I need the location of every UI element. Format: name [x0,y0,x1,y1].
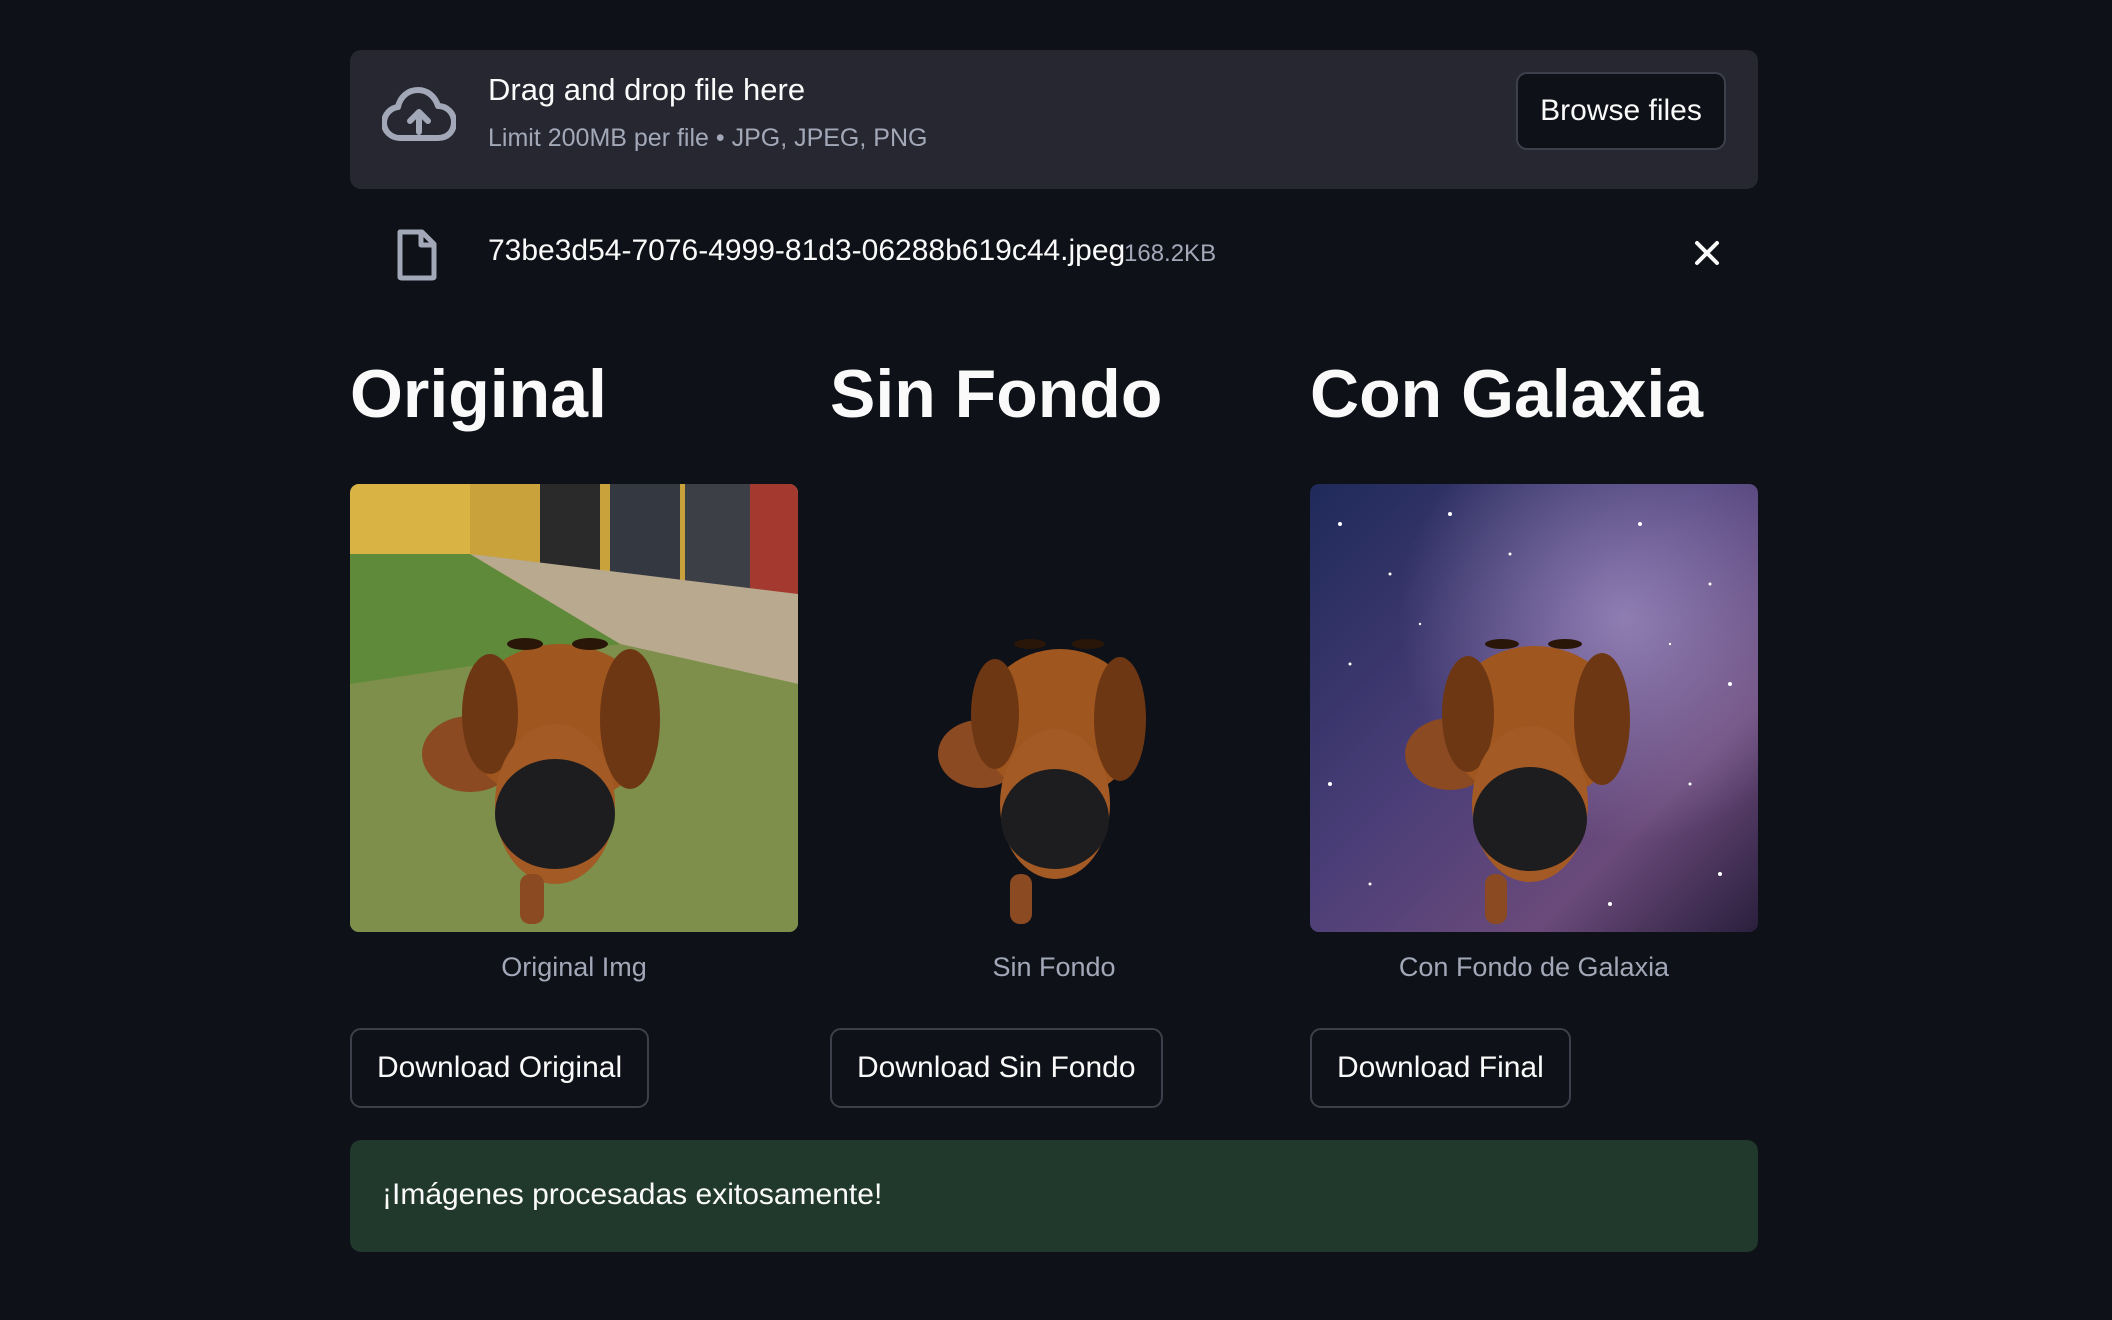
file-icon [396,229,438,281]
close-icon[interactable] [1690,236,1724,270]
galaxy-background-image [1310,484,1758,932]
success-alert: ¡Imágenes procesadas exitosamente! [350,1140,1758,1252]
download-sin-fondo-button[interactable]: Download Sin Fondo [830,1028,1163,1108]
app-page: Drag and drop file here Limit 200MB per … [0,0,2112,1320]
cloud-upload-icon [382,86,456,150]
caption-sin-fondo: Sin Fondo [992,952,1116,982]
download-original-button[interactable]: Download Original [350,1028,650,1108]
original-image [350,484,798,932]
no-background-image [830,484,1278,932]
success-message: ¡Imágenes procesadas exitosamente! [382,1178,883,1211]
caption-con-galaxia: Con Fondo de Galaxia [1398,952,1670,982]
file-size: 168.2KB [1124,240,1217,267]
uploaded-file-row: 73be3d54-7076-4999-81d3-06288b619c44.jpe… [350,220,1758,286]
column-con-galaxia: Con Galaxia Con Fondo de Galaxia Downloa… [1310,356,1758,1108]
dropzone-limits: Limit 200MB per file • JPG, JPEG, PNG [488,124,928,152]
caption-original: Original Img [501,952,647,982]
browse-files-button[interactable]: Browse files [1516,72,1726,150]
column-original: Original Original Img Download Original [350,356,798,1108]
file-dropzone[interactable]: Drag and drop file here Limit 200MB per … [350,50,1758,189]
heading-con-galaxia: Con Galaxia [1310,356,1704,432]
file-name: 73be3d54-7076-4999-81d3-06288b619c44.jpe… [488,234,1126,267]
dropzone-title: Drag and drop file here [488,72,806,107]
heading-sin-fondo: Sin Fondo [830,356,1163,432]
column-sin-fondo: Sin Fondo Sin Fondo Download Sin Fondo [830,356,1278,1108]
download-final-button[interactable]: Download Final [1310,1028,1571,1108]
heading-original: Original [350,356,607,432]
